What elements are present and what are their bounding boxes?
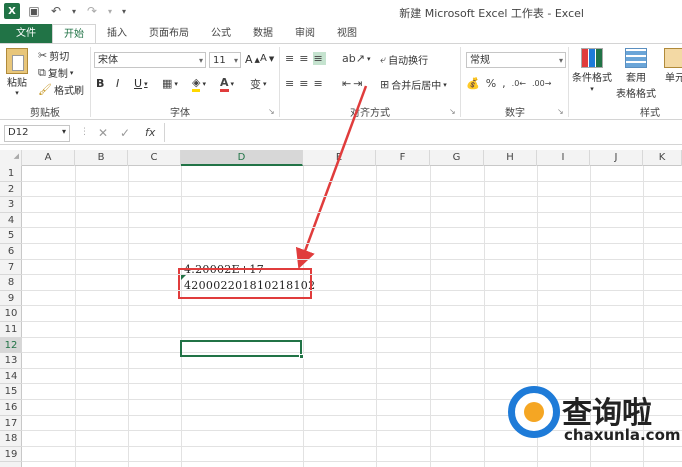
gridline xyxy=(22,336,682,338)
gridline xyxy=(22,305,682,307)
watermark-url: chaxunla.com xyxy=(564,426,681,444)
gridline xyxy=(22,321,682,322)
gridline xyxy=(22,274,682,276)
gridline xyxy=(22,352,682,354)
gridline xyxy=(22,445,682,447)
watermark-logo-icon xyxy=(508,386,560,438)
gridline xyxy=(22,211,682,213)
gridline xyxy=(22,243,682,244)
arrow-line xyxy=(295,85,368,270)
gridline xyxy=(22,461,682,463)
active-cell-d12[interactable] xyxy=(180,340,302,357)
gridline xyxy=(22,383,682,385)
gridline xyxy=(22,367,682,369)
gridline xyxy=(22,180,682,182)
fill-handle[interactable] xyxy=(299,354,304,359)
gridline xyxy=(22,258,682,260)
gridline xyxy=(22,227,682,229)
watermark-dot xyxy=(524,402,544,422)
gridline xyxy=(22,289,682,291)
gridline xyxy=(22,196,682,198)
